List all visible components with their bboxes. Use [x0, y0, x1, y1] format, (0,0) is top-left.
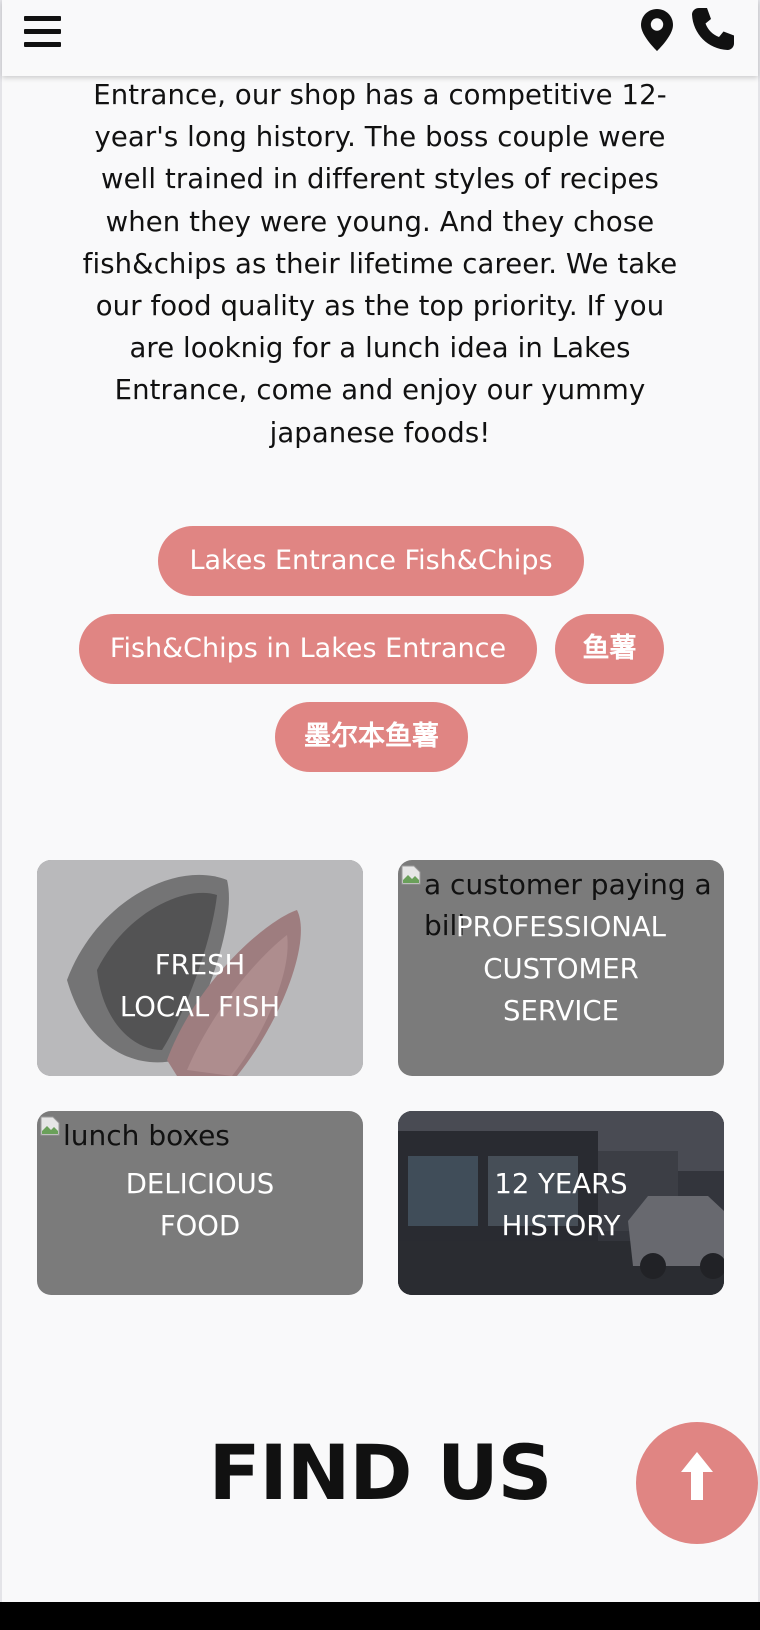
image-alt-text: lunch boxes: [63, 1119, 230, 1152]
map-pin-icon[interactable]: [640, 8, 674, 52]
card-label-line: DELICIOUS: [125, 1168, 275, 1200]
card-label-line: LOCAL FISH: [119, 991, 281, 1023]
feature-card-12-years-history: 12 YEARS HISTORY: [398, 1111, 724, 1295]
card-label-line: FOOD: [159, 1210, 241, 1242]
about-paragraph: Entrance, our shop has a competitive 12-…: [82, 79, 678, 449]
card-label-line: FRESH: [154, 949, 246, 981]
feature-card-customer-service: a customer paying a bill PROFESSIONAL CU…: [398, 860, 724, 1076]
back-to-top-button[interactable]: [636, 1422, 758, 1544]
tag-yu-shu[interactable]: 鱼薯: [555, 614, 664, 684]
tag-melbourne-yu-shu[interactable]: 墨尔本鱼薯: [275, 702, 468, 772]
tag-lakes-entrance-fish-chips[interactable]: Lakes Entrance Fish&Chips: [158, 526, 584, 596]
hamburger-menu-icon[interactable]: [24, 16, 68, 52]
card-label-line: PROFESSIONAL: [456, 911, 666, 943]
page-edge-left: [0, 0, 2, 1630]
card-label-line: 12 YEARS: [494, 1168, 628, 1200]
phone-icon[interactable]: [690, 6, 736, 52]
feature-card-fresh-local-fish: FRESH LOCAL FISH: [37, 860, 363, 1076]
card-label-line: CUSTOMER: [483, 953, 639, 985]
arrow-up-icon: [681, 1452, 713, 1500]
card-label-line: HISTORY: [501, 1210, 621, 1242]
card-label-line: SERVICE: [503, 995, 619, 1027]
feature-card-delicious-food: lunch boxes DELICIOUS FOOD: [37, 1111, 363, 1295]
footer-bar: [0, 1602, 760, 1630]
tag-fish-chips-in-lakes-entrance[interactable]: Fish&Chips in Lakes Entrance: [79, 614, 537, 684]
top-navigation-bar: [2, 0, 758, 76]
